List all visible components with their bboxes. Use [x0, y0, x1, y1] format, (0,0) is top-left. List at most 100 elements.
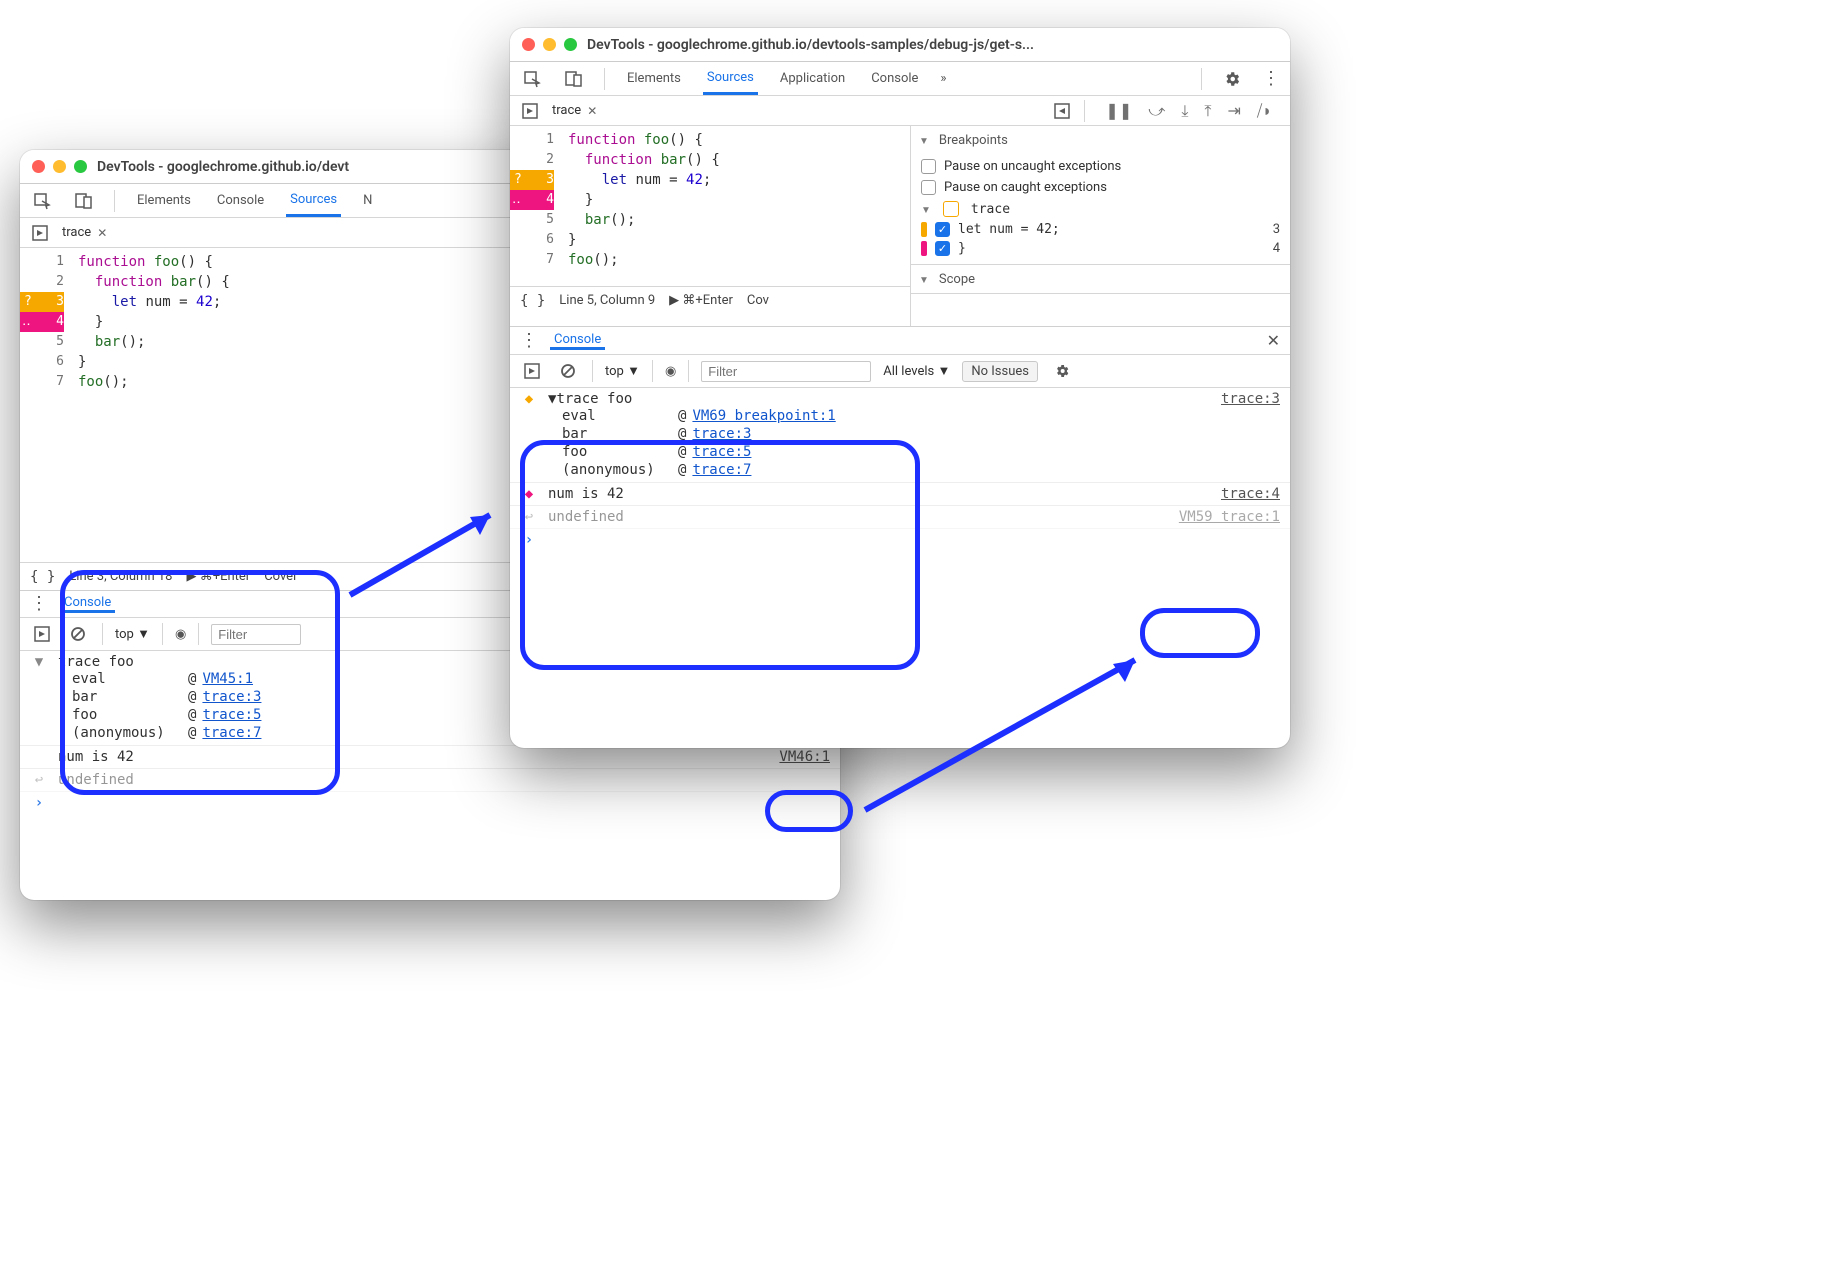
inspect-icon[interactable] [30, 189, 54, 213]
pause-uncaught-toggle[interactable]: Pause on uncaught exceptions [921, 156, 1280, 177]
zoom-icon[interactable] [74, 160, 87, 173]
console-prompt-row[interactable]: › [510, 529, 1290, 551]
cursor-position: Line 5, Column 9 [559, 293, 655, 308]
prompt-icon: › [30, 795, 48, 811]
source-link[interactable]: trace:7 [692, 462, 751, 478]
bp-file-row[interactable]: trace [921, 198, 1280, 220]
pause-icon[interactable]: ❚❚ [1105, 101, 1132, 120]
source-link[interactable]: trace:5 [202, 707, 261, 723]
console-drawer: ⋮ Console ✕ top ▼ ◉ All levels ▼ No Issu… [510, 326, 1290, 748]
devtools-window-2: DevTools - googlechrome.github.io/devtoo… [510, 28, 1290, 748]
source-link[interactable]: trace:4 [1221, 486, 1280, 502]
separator [102, 623, 103, 645]
file-tab-trace[interactable]: trace ✕ [62, 225, 107, 240]
clear-icon[interactable] [556, 359, 580, 383]
drawer-tab-console[interactable]: Console [550, 331, 605, 350]
log-levels-selector[interactable]: All levels ▼ [883, 363, 950, 379]
zoom-icon[interactable] [564, 38, 577, 51]
logpoint-icon: ◆ [520, 486, 538, 502]
undefined-text: undefined [548, 509, 624, 525]
close-icon[interactable] [32, 160, 45, 173]
source-link[interactable]: trace:3 [1221, 391, 1280, 407]
console-trace-row[interactable]: ◆ ▼trace foo eval@ VM69 breakpoint:1bar@… [510, 388, 1290, 483]
source-link[interactable]: VM45:1 [202, 671, 253, 687]
breakpoints-header[interactable]: Breakpoints [911, 126, 1290, 154]
checkbox-icon[interactable]: ✓ [935, 241, 950, 256]
window-title: DevTools - googlechrome.github.io/devtoo… [587, 37, 1034, 53]
step-out-icon[interactable]: ⤒ [1204, 101, 1211, 121]
issues-button[interactable]: No Issues [962, 361, 1038, 382]
device-icon[interactable] [72, 189, 96, 213]
settings-icon[interactable] [1050, 359, 1074, 383]
drawer-tab-console[interactable]: Console [60, 595, 115, 613]
checkbox-icon[interactable] [921, 180, 936, 195]
minimize-icon[interactable] [53, 160, 66, 173]
step-into-icon[interactable]: ⤓ [1181, 101, 1188, 121]
more-tabs-icon[interactable]: » [940, 71, 946, 86]
close-icon[interactable]: ✕ [587, 104, 597, 118]
checkbox-icon[interactable]: ✓ [935, 222, 950, 237]
step-over-icon[interactable]: ⤻ [1148, 101, 1165, 121]
debugger-sidebar: Breakpoints Pause on uncaught exceptions… [910, 126, 1290, 326]
coverage-cut[interactable]: Cover [264, 569, 297, 584]
source-link[interactable]: trace:7 [202, 725, 261, 741]
breakpoint-item[interactable]: ✓let num = 42;3 [921, 220, 1280, 239]
sidebar-toggle-icon[interactable] [520, 359, 544, 383]
step-icon[interactable]: ⇥ [1227, 101, 1240, 120]
expand-icon[interactable]: ▼ [30, 654, 48, 670]
tab-next-cut[interactable]: N [359, 184, 376, 217]
pretty-print-icon[interactable]: { } [30, 569, 55, 585]
tab-sources[interactable]: Sources [703, 62, 758, 95]
titlebar: DevTools - googlechrome.github.io/devtoo… [510, 28, 1290, 62]
clear-icon[interactable] [66, 622, 90, 646]
live-expression-icon[interactable]: ◉ [175, 627, 186, 642]
tab-console[interactable]: Console [867, 62, 922, 95]
breakpoint-item[interactable]: ✓}4 [921, 239, 1280, 258]
debugger-toggle-icon[interactable] [1050, 99, 1074, 123]
log-text: num is 42 [548, 486, 624, 502]
line-gutter: 1234567 [510, 126, 562, 286]
pretty-print-icon[interactable]: { } [520, 293, 545, 309]
file-tab-trace[interactable]: trace ✕ [552, 103, 597, 118]
source-link[interactable]: trace:3 [202, 689, 261, 705]
context-selector[interactable]: top ▼ [115, 626, 150, 642]
source-link[interactable]: trace:5 [692, 444, 751, 460]
console-prompt-row[interactable]: › [20, 792, 840, 814]
source-link[interactable]: VM59 trace:1 [1179, 509, 1280, 525]
coverage-cut[interactable]: Cov [747, 293, 769, 308]
device-icon[interactable] [562, 67, 586, 91]
tab-application[interactable]: Application [776, 62, 849, 95]
scope-header[interactable]: Scope [911, 265, 1290, 293]
close-icon[interactable]: ✕ [1267, 331, 1280, 350]
deactivate-bp-icon[interactable]: ⧸◗ [1257, 101, 1272, 121]
tab-elements[interactable]: Elements [133, 184, 195, 217]
navigator-toggle-icon[interactable] [28, 221, 52, 245]
tab-console[interactable]: Console [213, 184, 268, 217]
source-link[interactable]: VM46:1 [779, 749, 830, 765]
close-icon[interactable] [522, 38, 535, 51]
live-expression-icon[interactable]: ◉ [665, 364, 676, 379]
undefined-text: undefined [58, 772, 134, 788]
navigator-toggle-icon[interactable] [518, 99, 542, 123]
minimize-icon[interactable] [543, 38, 556, 51]
code-editor[interactable]: 1234567 function foo() { function bar() … [510, 126, 910, 326]
settings-icon[interactable] [1220, 67, 1244, 91]
close-icon[interactable]: ✕ [97, 226, 107, 240]
console-log-row: ◆ num is 42 trace:4 [510, 483, 1290, 506]
tab-elements[interactable]: Elements [623, 62, 685, 95]
filter-input[interactable] [701, 361, 871, 382]
tab-sources[interactable]: Sources [286, 184, 341, 217]
inspect-icon[interactable] [520, 67, 544, 91]
sidebar-toggle-icon[interactable] [30, 622, 54, 646]
run-snippet[interactable]: ▶ ⌘+Enter [669, 293, 733, 308]
checkbox-icon[interactable] [921, 159, 936, 174]
source-link[interactable]: trace:3 [692, 426, 751, 442]
run-snippet[interactable]: ▶ ⌘+Enter [186, 569, 250, 584]
code-column: function foo() { function bar() { let nu… [72, 248, 230, 408]
filter-input[interactable] [211, 624, 301, 645]
logpoint-icon: ◆ [520, 391, 538, 407]
pause-caught-toggle[interactable]: Pause on caught exceptions [921, 177, 1280, 198]
return-icon: ↩ [30, 772, 48, 788]
source-link[interactable]: VM69 breakpoint:1 [692, 408, 835, 424]
context-selector[interactable]: top ▼ [605, 363, 640, 379]
